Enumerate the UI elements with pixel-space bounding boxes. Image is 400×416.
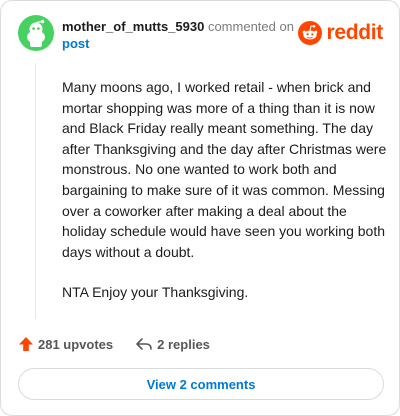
comment-paragraph: Many moons ago, I worked retail - when b…	[62, 79, 387, 260]
comment-card: mother_of_mutts_5930 commented on post r…	[0, 0, 400, 416]
upvote-count: 281 upvotes	[38, 336, 114, 352]
user-avatar[interactable]	[18, 15, 54, 51]
reddit-wordmark: reddit	[326, 21, 383, 44]
upvote-button[interactable]: 281 upvotes	[18, 336, 113, 352]
comment-header: mother_of_mutts_5930 commented on post r…	[18, 15, 383, 51]
reply-count: 2 replies	[157, 336, 210, 352]
comment-paragraph: NTA Enjoy your Thanksgiving.	[62, 284, 249, 301]
reddit-logo[interactable]: reddit	[298, 21, 383, 45]
username-link[interactable]: mother_of_mutts_5930	[62, 19, 204, 34]
replies-button[interactable]: 2 replies	[135, 336, 210, 352]
reddit-snoo-icon	[298, 21, 323, 45]
commented-on-text: commented on	[207, 19, 294, 34]
comment-actions: 281 upvotes 2 replies	[18, 334, 210, 354]
view-comments-button[interactable]: View 2 comments	[18, 368, 384, 400]
upvote-arrow-icon	[19, 337, 33, 351]
comment-body: Many moons ago, I worked retail - when b…	[62, 77, 387, 323]
comment-meta: mother_of_mutts_5930 commented on post	[62, 18, 302, 52]
snoo-avatar-icon	[18, 15, 54, 51]
reply-arrow-icon	[136, 338, 152, 350]
post-link[interactable]: post	[62, 35, 302, 52]
thread-line[interactable]	[35, 63, 36, 319]
